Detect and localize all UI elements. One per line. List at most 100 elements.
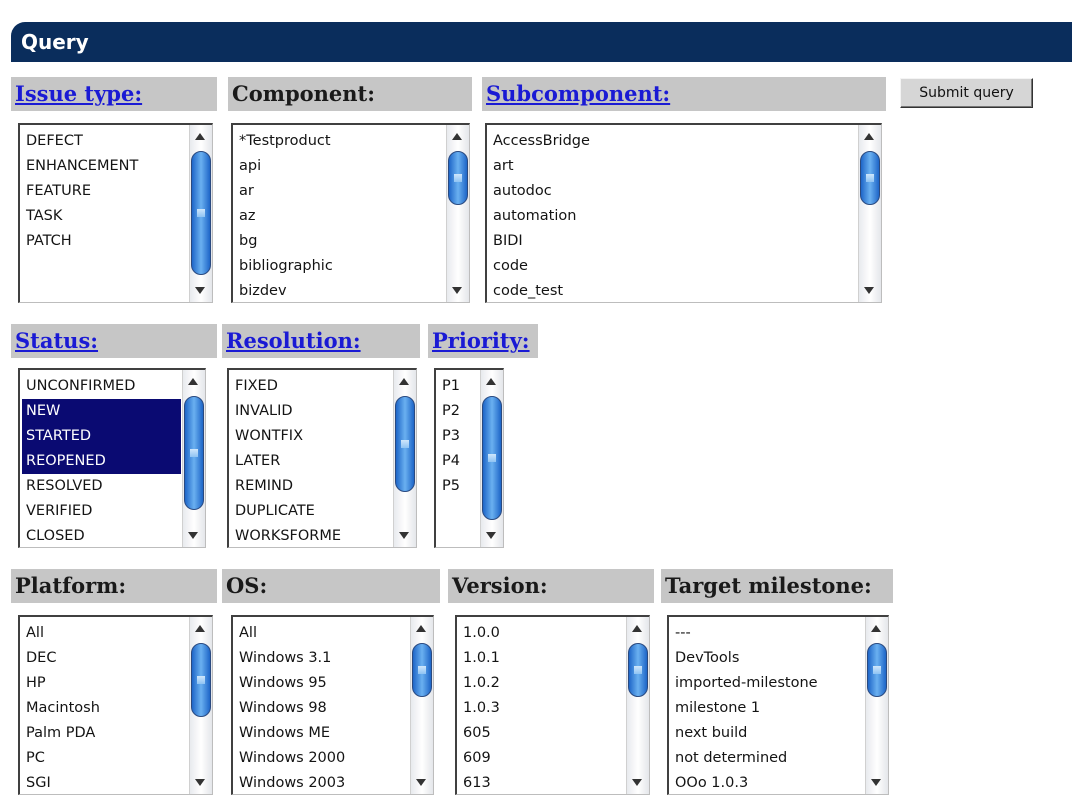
list-option[interactable]: art	[489, 154, 857, 179]
list-option[interactable]: UNCONFIRMED	[22, 374, 181, 399]
list-option[interactable]: DevTools	[671, 646, 864, 671]
vertical-scrollbar[interactable]	[182, 370, 205, 547]
priority-header-link[interactable]: Priority:	[428, 324, 538, 358]
subcomponent-listbox[interactable]: AccessBridge art autodoc automation BIDI code…	[485, 123, 882, 303]
scroll-down-arrow-icon[interactable]	[632, 779, 642, 786]
scroll-down-arrow-icon[interactable]	[871, 779, 881, 786]
scroll-thumb[interactable]	[191, 643, 211, 717]
version-listbox[interactable]: 1.0.0 1.0.1 1.0.2 1.0.3 605 609 613	[455, 615, 650, 795]
vertical-scrollbar[interactable]	[189, 125, 212, 302]
status-header-link[interactable]: Status:	[11, 324, 217, 358]
list-option[interactable]: 1.0.1	[459, 646, 625, 671]
scroll-up-arrow-icon[interactable]	[864, 133, 874, 140]
scroll-thumb[interactable]	[482, 396, 502, 520]
subcomponent-header-link[interactable]: Subcomponent:	[482, 77, 886, 111]
scroll-down-arrow-icon[interactable]	[452, 287, 462, 294]
list-option[interactable]: DEFECT	[22, 129, 188, 154]
list-option[interactable]: STARTED	[22, 424, 181, 449]
scroll-thumb[interactable]	[628, 643, 648, 697]
list-option[interactable]: bizdev	[235, 279, 445, 304]
list-option[interactable]: SGI	[22, 771, 188, 796]
scroll-thumb[interactable]	[395, 396, 415, 492]
scroll-thumb[interactable]	[867, 643, 887, 697]
vertical-scrollbar[interactable]	[480, 370, 503, 547]
scroll-up-arrow-icon[interactable]	[188, 378, 198, 385]
scroll-thumb[interactable]	[184, 396, 204, 510]
list-option[interactable]: Macintosh	[22, 696, 188, 721]
list-option[interactable]: AccessBridge	[489, 129, 857, 154]
vertical-scrollbar[interactable]	[410, 617, 433, 794]
list-option[interactable]: 1.0.0	[459, 621, 625, 646]
list-option[interactable]: DUPLICATE	[231, 499, 392, 524]
scroll-down-arrow-icon[interactable]	[195, 779, 205, 786]
list-option[interactable]: P4	[438, 449, 479, 474]
list-option[interactable]: 1.0.3	[459, 696, 625, 721]
list-option[interactable]: automation	[489, 204, 857, 229]
scroll-up-arrow-icon[interactable]	[195, 133, 205, 140]
list-option[interactable]: LATER	[231, 449, 392, 474]
scroll-down-arrow-icon[interactable]	[188, 532, 198, 539]
list-option[interactable]: code_test	[489, 279, 857, 304]
scroll-down-arrow-icon[interactable]	[486, 532, 496, 539]
list-option[interactable]: imported-milestone	[671, 671, 864, 696]
scroll-up-arrow-icon[interactable]	[486, 378, 496, 385]
list-option[interactable]: RESOLVED	[22, 474, 181, 499]
vertical-scrollbar[interactable]	[865, 617, 888, 794]
submit-query-button[interactable]: Submit query	[900, 78, 1033, 108]
vertical-scrollbar[interactable]	[393, 370, 416, 547]
list-option[interactable]: REOPENED	[22, 449, 181, 474]
list-option[interactable]: P3	[438, 424, 479, 449]
list-option[interactable]: PC	[22, 746, 188, 771]
list-option[interactable]: Windows 2000	[235, 746, 409, 771]
issue-type-listbox[interactable]: DEFECT ENHANCEMENT FEATURE TASK PATCH	[18, 123, 213, 303]
list-option[interactable]: az	[235, 204, 445, 229]
list-option[interactable]: BIDI	[489, 229, 857, 254]
scroll-up-arrow-icon[interactable]	[416, 625, 426, 632]
list-option[interactable]: next build	[671, 721, 864, 746]
list-option[interactable]: WORKSFORME	[231, 524, 392, 549]
list-option[interactable]: Windows 3.1	[235, 646, 409, 671]
list-option[interactable]: CLOSED	[22, 524, 181, 549]
scroll-up-arrow-icon[interactable]	[871, 625, 881, 632]
os-listbox[interactable]: All Windows 3.1 Windows 95 Windows 98 Window…	[231, 615, 434, 795]
list-option[interactable]: Windows 2003	[235, 771, 409, 796]
list-option[interactable]: FIXED	[231, 374, 392, 399]
resolution-header-link[interactable]: Resolution:	[222, 324, 420, 358]
scroll-down-arrow-icon[interactable]	[864, 287, 874, 294]
list-option[interactable]: autodoc	[489, 179, 857, 204]
priority-listbox[interactable]: P1 P2 P3 P4 P5	[434, 368, 504, 548]
platform-listbox[interactable]: All DEC HP Macintosh Palm PDA PC SGI	[18, 615, 213, 795]
list-option[interactable]: P5	[438, 474, 479, 499]
list-option[interactable]: INVALID	[231, 399, 392, 424]
list-option[interactable]: ENHANCEMENT	[22, 154, 188, 179]
list-option[interactable]: VERIFIED	[22, 499, 181, 524]
list-option[interactable]: OOo 1.0.3	[671, 771, 864, 796]
list-option[interactable]: Windows 95	[235, 671, 409, 696]
vertical-scrollbar[interactable]	[446, 125, 469, 302]
list-option[interactable]: TASK	[22, 204, 188, 229]
scroll-thumb[interactable]	[860, 151, 880, 205]
scroll-up-arrow-icon[interactable]	[195, 625, 205, 632]
vertical-scrollbar[interactable]	[626, 617, 649, 794]
list-option[interactable]: 609	[459, 746, 625, 771]
list-option[interactable]: code	[489, 254, 857, 279]
list-option[interactable]: 613	[459, 771, 625, 796]
list-option[interactable]: Palm PDA	[22, 721, 188, 746]
scroll-up-arrow-icon[interactable]	[452, 133, 462, 140]
status-listbox[interactable]: UNCONFIRMED NEW STARTED REOPENED RESOLVED VER…	[18, 368, 206, 548]
list-option[interactable]: 1.0.2	[459, 671, 625, 696]
component-listbox[interactable]: *Testproduct api ar az bg bibliographic bizdev	[231, 123, 470, 303]
list-option[interactable]: HP	[22, 671, 188, 696]
list-option[interactable]: not determined	[671, 746, 864, 771]
list-option[interactable]: All	[235, 621, 409, 646]
list-option[interactable]: Windows ME	[235, 721, 409, 746]
target-milestone-listbox[interactable]: --- DevTools imported-milestone milestone 1…	[667, 615, 889, 795]
list-option[interactable]: ar	[235, 179, 445, 204]
list-option[interactable]: P1	[438, 374, 479, 399]
list-option[interactable]: Windows 98	[235, 696, 409, 721]
list-option[interactable]: ---	[671, 621, 864, 646]
list-option[interactable]: *Testproduct	[235, 129, 445, 154]
scroll-up-arrow-icon[interactable]	[632, 625, 642, 632]
scroll-thumb[interactable]	[448, 151, 468, 205]
list-option[interactable]: REMIND	[231, 474, 392, 499]
